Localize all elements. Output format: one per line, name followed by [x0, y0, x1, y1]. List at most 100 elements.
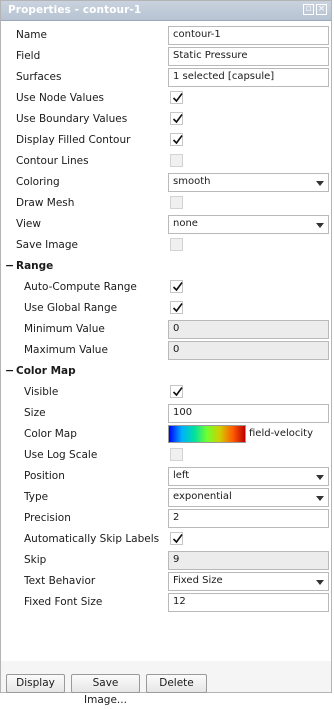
- skip-row: Skip 9: [1, 550, 331, 571]
- precision-label: Precision: [24, 512, 71, 524]
- skip-label: Skip: [24, 554, 47, 566]
- position-dropdown[interactable]: left: [168, 467, 329, 486]
- coloring-row: Coloring smooth: [1, 172, 331, 193]
- use-boundary-values-checkbox[interactable]: [170, 112, 183, 125]
- checkmark-icon: [172, 135, 183, 145]
- name-input[interactable]: contour-1: [168, 26, 329, 45]
- size-row: Size 100: [1, 403, 331, 424]
- colormap-name[interactable]: field-velocity: [249, 428, 313, 439]
- use-node-values-checkbox[interactable]: [170, 91, 183, 104]
- collapse-icon[interactable]: −: [5, 260, 14, 271]
- surfaces-input[interactable]: 1 selected [capsule]: [168, 68, 329, 87]
- display-filled-contour-row: Display Filled Contour: [1, 130, 331, 151]
- visible-label: Visible: [24, 386, 59, 398]
- display-button[interactable]: Display: [6, 674, 65, 693]
- delete-button[interactable]: Delete: [146, 674, 207, 693]
- field-row: Field Static Pressure: [1, 46, 331, 67]
- checkmark-icon: [172, 282, 183, 292]
- checkmark-icon: [172, 534, 183, 544]
- range-group-title: Range: [16, 260, 54, 272]
- display-filled-contour-checkbox[interactable]: [170, 133, 183, 146]
- checkmark-icon: [172, 93, 183, 103]
- precision-input[interactable]: 2: [168, 509, 329, 528]
- maximum-value-label: Maximum Value: [24, 344, 108, 356]
- maximum-value-input: 0: [168, 341, 329, 360]
- text-behavior-row: Text Behavior Fixed Size: [1, 571, 331, 592]
- position-value: left: [173, 470, 190, 481]
- auto-skip-labels-checkbox[interactable]: [170, 532, 183, 545]
- contour-lines-row: Contour Lines: [1, 151, 331, 172]
- auto-skip-labels-label: Automatically Skip Labels: [24, 533, 160, 545]
- draw-mesh-label: Draw Mesh: [16, 197, 75, 209]
- minimum-value-label: Minimum Value: [24, 323, 105, 335]
- contour-lines-checkbox[interactable]: [170, 154, 183, 167]
- field-input[interactable]: Static Pressure: [168, 47, 329, 66]
- draw-mesh-row: Draw Mesh: [1, 193, 331, 214]
- view-label: View: [16, 218, 41, 230]
- panel-title: Properties - contour-1: [8, 4, 142, 16]
- chevron-down-icon: [316, 580, 324, 585]
- type-row: Type exponential: [1, 487, 331, 508]
- draw-mesh-checkbox[interactable]: [170, 196, 183, 209]
- use-global-range-row: Use Global Range: [1, 298, 331, 319]
- fixed-font-size-input[interactable]: 12: [168, 593, 329, 612]
- minimum-value-row: Minimum Value 0: [1, 319, 331, 340]
- log-scale-checkbox[interactable]: [170, 448, 183, 461]
- save-image-label: Save Image: [16, 239, 78, 251]
- color-map-group-header[interactable]: − Color Map: [1, 361, 331, 382]
- minimum-value-input: 0: [168, 320, 329, 339]
- auto-skip-labels-row: Automatically Skip Labels: [1, 529, 331, 550]
- range-group-header[interactable]: − Range: [1, 256, 331, 277]
- checkmark-icon: [172, 303, 183, 313]
- text-behavior-value: Fixed Size: [173, 575, 223, 586]
- colormap-swatch[interactable]: [168, 425, 246, 443]
- button-bar: Display Save Image... Delete: [1, 661, 331, 706]
- type-dropdown[interactable]: exponential: [168, 488, 329, 507]
- coloring-dropdown[interactable]: smooth: [168, 173, 329, 192]
- contour-lines-label: Contour Lines: [16, 155, 89, 167]
- coloring-label: Coloring: [16, 176, 60, 188]
- visible-row: Visible: [1, 382, 331, 403]
- precision-row: Precision 2: [1, 508, 331, 529]
- save-image-checkbox[interactable]: [170, 238, 183, 251]
- use-boundary-values-row: Use Boundary Values: [1, 109, 331, 130]
- properties-content: Name contour-1 Field Static Pressure Sur…: [1, 21, 331, 661]
- fixed-font-size-row: Fixed Font Size 12: [1, 592, 331, 613]
- size-input[interactable]: 100: [168, 404, 329, 423]
- checkmark-icon: [172, 114, 183, 124]
- auto-compute-range-checkbox[interactable]: [170, 280, 183, 293]
- skip-input: 9: [168, 551, 329, 570]
- colormap-label: Color Map: [24, 428, 77, 440]
- use-global-range-checkbox[interactable]: [170, 301, 183, 314]
- save-image-row: Save Image: [1, 235, 331, 256]
- colormap-row: Color Map field-velocity: [1, 424, 331, 445]
- chevron-down-icon: [316, 181, 324, 186]
- text-behavior-dropdown[interactable]: Fixed Size: [168, 572, 329, 591]
- type-label: Type: [24, 491, 49, 503]
- title-bar-icons: ▫ ×: [303, 4, 327, 15]
- name-label: Name: [16, 29, 47, 41]
- close-icon[interactable]: ×: [316, 4, 327, 15]
- position-label: Position: [24, 470, 65, 482]
- name-row: Name contour-1: [1, 25, 331, 46]
- view-value: none: [173, 218, 198, 229]
- restore-icon[interactable]: ▫: [303, 4, 314, 15]
- title-bar: Properties - contour-1 ▫ ×: [1, 1, 331, 21]
- properties-panel: Properties - contour-1 ▫ × Name contour-…: [0, 0, 332, 706]
- log-scale-label: Use Log Scale: [24, 449, 98, 461]
- checkmark-icon: [172, 387, 183, 397]
- fixed-font-size-label: Fixed Font Size: [24, 596, 103, 608]
- visible-checkbox[interactable]: [170, 385, 183, 398]
- view-row: View none: [1, 214, 331, 235]
- auto-compute-range-label: Auto-Compute Range: [24, 281, 137, 293]
- auto-compute-range-row: Auto-Compute Range: [1, 277, 331, 298]
- size-label: Size: [24, 407, 46, 419]
- use-boundary-values-label: Use Boundary Values: [16, 113, 128, 125]
- position-row: Position left: [1, 466, 331, 487]
- chevron-down-icon: [316, 475, 324, 480]
- use-node-values-row: Use Node Values: [1, 88, 331, 109]
- collapse-icon[interactable]: −: [5, 365, 14, 376]
- save-image-button[interactable]: Save Image...: [71, 674, 140, 706]
- view-dropdown[interactable]: none: [168, 215, 329, 234]
- surfaces-label: Surfaces: [16, 71, 62, 83]
